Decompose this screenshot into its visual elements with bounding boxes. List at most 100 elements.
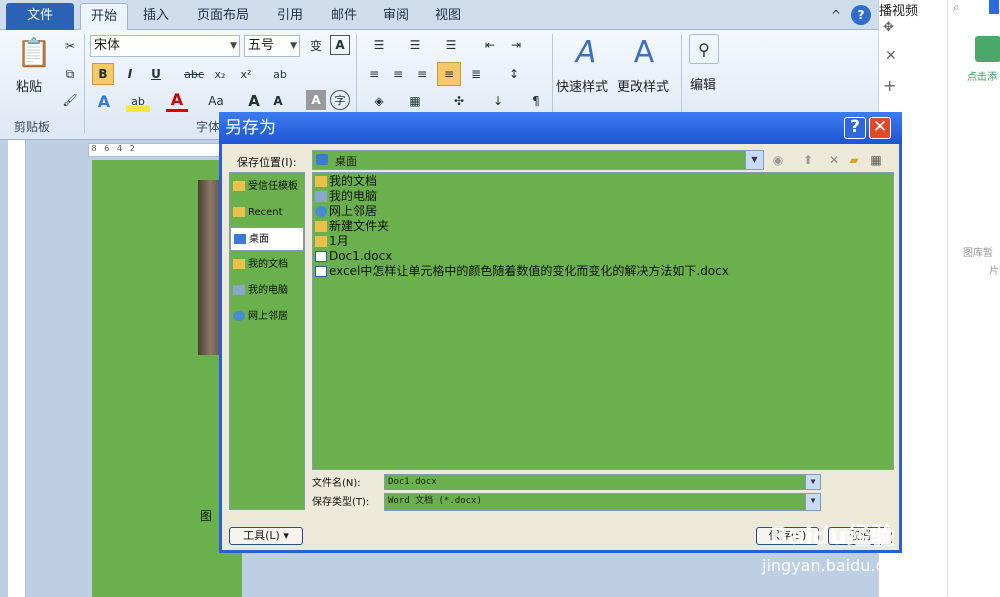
add-picture-icon[interactable] — [975, 36, 1000, 62]
minimize-ribbon-icon[interactable]: ^ — [828, 7, 844, 23]
folder-icon — [315, 236, 327, 247]
filename-field[interactable]: Doc1.docx ▼ — [384, 474, 821, 490]
font-name-combo[interactable]: 宋体 ▼ — [90, 35, 240, 57]
list-item[interactable]: 新建文件夹 — [315, 219, 389, 234]
place-network[interactable]: 网上邻居 — [230, 305, 304, 329]
horizontal-ruler[interactable]: 8 6 4 2 — [88, 143, 228, 157]
multilevel-list-icon[interactable]: ☰ — [436, 35, 466, 55]
tab-references[interactable]: 引用 — [268, 3, 312, 30]
character-shading-icon[interactable]: A — [306, 90, 326, 110]
tab-file[interactable]: 文件 — [6, 3, 74, 30]
justify-icon[interactable]: ≡ — [437, 62, 461, 86]
underline-button[interactable]: U — [146, 63, 166, 85]
tab-marker-icon — [989, 0, 999, 14]
tab-mailings[interactable]: 邮件 — [322, 3, 366, 30]
place-label: 受信任模板 — [248, 181, 298, 192]
chevron-down-icon[interactable]: ▼ — [805, 494, 820, 510]
copy-icon[interactable]: ⧉ — [62, 66, 78, 82]
change-styles-icon[interactable]: A — [624, 32, 664, 72]
quick-styles-icon[interactable]: A — [566, 32, 606, 72]
decrease-font-icon[interactable]: A — [268, 90, 288, 112]
font-size-combo[interactable]: 五号 ▼ — [244, 35, 300, 57]
dialog-help-button[interactable]: ? — [844, 117, 866, 139]
highlight-icon[interactable]: ab — [126, 90, 150, 112]
asian-layout-icon[interactable]: ✣ — [444, 90, 474, 112]
text-effects-icon[interactable]: A — [92, 90, 116, 112]
filetype-select[interactable]: Word 文档 (*.docx) ▼ — [384, 493, 821, 511]
add-icon[interactable]: + — [883, 76, 896, 95]
filename-label: 文件名(N): — [312, 478, 361, 489]
dialog-titlebar[interactable]: 另存为 ? ✕ — [219, 112, 902, 144]
show-marks-icon[interactable]: ¶ — [526, 90, 546, 112]
list-item[interactable]: excel中怎样让单元格中的颜色随着数值的变化而变化的解决方法如下.docx — [315, 264, 729, 279]
tools-label: 工具(L) — [243, 529, 280, 542]
borders-icon[interactable]: ▦ — [400, 90, 430, 112]
move-icon[interactable]: ✥ — [883, 20, 894, 35]
subscript-button[interactable]: x₂ — [210, 63, 230, 85]
decrease-indent-icon[interactable]: ⇤ — [480, 35, 500, 55]
align-right-icon[interactable]: ≡ — [412, 63, 432, 85]
align-center-icon[interactable]: ≡ — [388, 63, 408, 85]
font-name-value: 宋体 — [94, 38, 121, 53]
line-spacing-icon[interactable]: ↕ — [500, 63, 528, 85]
tab-review[interactable]: 审阅 — [374, 3, 418, 30]
numbering-icon[interactable]: ☰ — [400, 35, 430, 55]
tools-button[interactable]: 工具(L) ▾ — [229, 527, 303, 545]
back-icon[interactable]: ◉ — [770, 152, 786, 168]
italic-button[interactable]: I — [120, 63, 140, 85]
new-folder-icon[interactable]: ▰ — [846, 152, 862, 168]
align-left-icon[interactable]: ≡ — [364, 63, 384, 85]
search-icon[interactable]: ⌕ — [953, 0, 960, 15]
tab-insert[interactable]: 插入 — [136, 3, 176, 30]
distributed-icon[interactable]: ≣ — [466, 63, 486, 85]
delete-icon[interactable]: ✕ — [826, 152, 842, 168]
paste-icon[interactable]: 📋 — [14, 32, 54, 72]
list-item[interactable]: 我的电脑 — [315, 189, 377, 204]
place-recent[interactable]: Recent — [230, 201, 304, 225]
binoculars-icon[interactable]: ⚲ — [689, 34, 719, 64]
superscript-button[interactable]: x² — [236, 63, 256, 85]
help-icon[interactable]: ? — [851, 5, 871, 25]
place-desktop[interactable]: 桌面 — [230, 227, 304, 251]
cut-icon[interactable]: ✂ — [62, 38, 78, 54]
tab-page-layout[interactable]: 页面布局 — [188, 3, 258, 30]
font-color-icon[interactable]: A — [166, 90, 188, 112]
edit-label[interactable]: 编辑 — [690, 74, 716, 93]
place-my-computer[interactable]: 我的电脑 — [230, 279, 304, 303]
enclose-character-icon[interactable]: 字 — [330, 90, 350, 110]
bullets-icon[interactable]: ☰ — [364, 35, 394, 55]
tab-view[interactable]: 视图 — [426, 3, 470, 30]
vertical-ruler[interactable] — [8, 140, 26, 597]
bold-button[interactable]: B — [92, 63, 114, 85]
phonetic-guide-icon[interactable]: ab — [268, 63, 292, 85]
strikethrough-button[interactable]: abc — [182, 63, 206, 85]
paste-label[interactable]: 粘贴 — [16, 76, 42, 95]
list-item[interactable]: 网上邻居 — [315, 204, 377, 219]
quick-styles-label[interactable]: 快速样式 — [556, 76, 608, 95]
change-case-icon[interactable]: Aa — [202, 90, 230, 112]
click-add-link[interactable]: 点击添 — [967, 68, 997, 83]
shading-icon[interactable]: ◈ — [364, 90, 394, 112]
chevron-down-icon[interactable]: ▼ — [805, 475, 820, 489]
list-item[interactable]: Doc1.docx — [315, 249, 392, 264]
list-item-label: 新建文件夹 — [329, 219, 390, 233]
up-folder-icon[interactable]: ⬆ — [800, 152, 816, 168]
grow-font-icon[interactable]: 变 — [306, 35, 326, 55]
place-my-documents[interactable]: 我的文档 — [230, 253, 304, 277]
views-icon[interactable]: ▦ — [868, 152, 884, 168]
increase-indent-icon[interactable]: ⇥ — [506, 35, 526, 55]
close-icon[interactable]: ✕ — [885, 48, 897, 64]
list-item[interactable]: 我的文档 — [315, 174, 377, 189]
chevron-down-icon[interactable]: ▼ — [745, 151, 763, 169]
dialog-close-button[interactable]: ✕ — [869, 117, 891, 139]
clear-format-icon[interactable]: A — [330, 35, 350, 55]
tab-home[interactable]: 开始 — [80, 3, 128, 30]
place-trusted-templates[interactable]: 受信任模板 — [230, 175, 304, 199]
save-in-combo[interactable]: 桌面 ▼ — [312, 150, 764, 170]
change-styles-label[interactable]: 更改样式 — [617, 76, 669, 95]
save-in-value: 桌面 — [335, 155, 357, 168]
list-item[interactable]: 1月 — [315, 234, 349, 249]
format-painter-icon[interactable]: 🖌 — [62, 92, 78, 108]
sort-icon[interactable]: ↓ — [488, 90, 508, 112]
increase-font-icon[interactable]: A — [244, 90, 264, 112]
